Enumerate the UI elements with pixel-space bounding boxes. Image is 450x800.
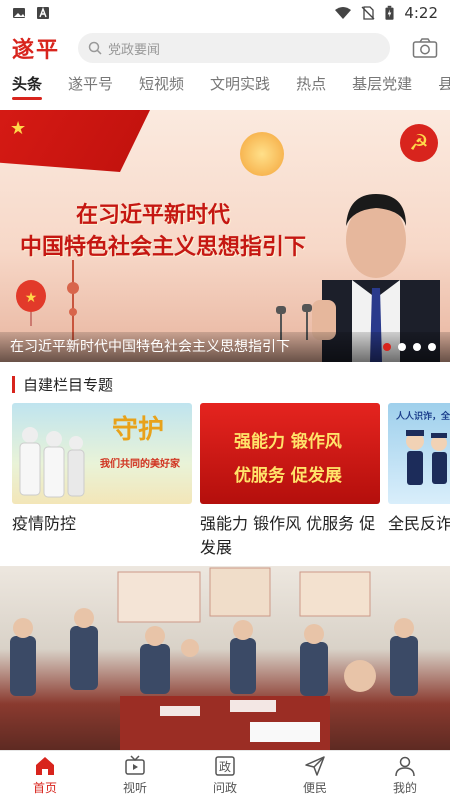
banner-headline-line2: 中国特色社会主义思想指引下	[20, 235, 307, 260]
tab-grassroots-party[interactable]: 基层党建	[352, 70, 412, 102]
carousel-dot[interactable]	[428, 343, 436, 351]
inquiry-icon: 政	[215, 756, 235, 776]
nav-label: 首页	[32, 781, 57, 795]
tab-short-video[interactable]: 短视频	[139, 70, 184, 102]
nav-label: 问政	[212, 781, 237, 795]
app-logo[interactable]: 遂平	[12, 32, 74, 64]
nav-home[interactable]: 首页	[0, 751, 90, 800]
topic-card-image: 人人识诈，全民	[388, 403, 450, 504]
tab-headlines[interactable]: 头条	[12, 70, 43, 102]
carousel-dot[interactable]	[398, 343, 406, 351]
topic-cards: 守护 我们共同的美好家 疫情防控 强能力 锻作风 优服务 促发展 强能力 锻作风…	[12, 403, 450, 563]
text-app-icon	[37, 7, 49, 19]
nav-label: 便民	[302, 781, 327, 795]
search-icon	[88, 41, 102, 55]
nav-media[interactable]: 视听	[90, 751, 180, 800]
category-tabs: 头条 遂平号 短视频 文明实践 热点 基层党建 县直	[0, 70, 450, 102]
topic-card-anti-fraud[interactable]: 人人识诈，全民 全民反诈	[388, 403, 450, 536]
sun-graphic	[240, 132, 284, 176]
app-header: 遂平 党政要闻	[0, 28, 450, 68]
tab-suiping-accounts[interactable]: 遂平号	[68, 70, 113, 102]
topic-card-label: 疫情防控	[12, 514, 77, 533]
party-emblem-icon: ☭	[400, 124, 438, 162]
banner-headline-line1: 在习近平新时代	[76, 203, 231, 228]
topic-card-image: 强能力 锻作风 优服务 促发展	[200, 403, 380, 504]
svg-text:★: ★	[25, 290, 38, 306]
banner-headline: 在习近平新时代 中国特色社会主义思想指引下	[20, 200, 306, 264]
home-icon	[36, 757, 54, 775]
bottom-navigation: 首页 视听 政 问政 便民 我的	[0, 750, 450, 800]
topic-card-epidemic[interactable]: 守护 我们共同的美好家 疫情防控	[12, 403, 192, 536]
search-bar[interactable]: 党政要闻	[78, 33, 390, 63]
carousel-dot[interactable]	[383, 343, 391, 351]
section-title: 自建栏目专题	[23, 375, 114, 394]
balloon-graphic: ★	[16, 280, 46, 326]
topic-card-image: 守护 我们共同的美好家	[12, 403, 192, 504]
topic-card-image-title: 人人识诈，全民	[396, 412, 450, 422]
inquiry-icon-glyph: 政	[219, 760, 231, 774]
wifi-icon	[335, 7, 352, 19]
search-placeholder: 党政要闻	[108, 42, 161, 58]
nav-label: 我的	[392, 781, 417, 795]
tab-county[interactable]: 县直	[438, 70, 450, 102]
send-icon	[305, 756, 325, 776]
status-bar: 4:22	[0, 0, 450, 26]
user-icon	[395, 756, 415, 777]
nav-profile[interactable]: 我的	[360, 751, 450, 800]
tv-icon	[125, 755, 145, 775]
battery-charging-icon	[385, 5, 394, 20]
no-sim-icon	[361, 6, 375, 20]
topic-card-image-title: 强能力 锻作风	[234, 432, 342, 452]
image-icon	[13, 8, 25, 18]
section-accent-bar	[12, 375, 15, 393]
topic-card-image-title: 守护	[112, 415, 165, 445]
tab-civilization-practice[interactable]: 文明实践	[210, 70, 270, 102]
nav-services[interactable]: 便民	[270, 751, 360, 800]
camera-icon[interactable]	[412, 37, 438, 59]
news-photo[interactable]	[0, 566, 450, 750]
topic-card-label: 强能力 锻作风 优服务 促发展	[200, 514, 376, 557]
status-time: 4:22	[404, 4, 438, 22]
headline-carousel[interactable]: ★ ☭ ★ 在习近平新时代 中国特色社会主义思想指引下 在习近平新时代中国特色社…	[0, 110, 450, 362]
topic-card-capability[interactable]: 强能力 锻作风 优服务 促发展 强能力 锻作风 优服务 促发展	[200, 403, 380, 560]
carousel-dot[interactable]	[413, 343, 421, 351]
red-flag-graphic: ★	[0, 110, 150, 172]
meeting-photo-graphic	[10, 567, 418, 750]
police-figures-graphic	[406, 430, 447, 485]
section-header: 自建栏目专题	[12, 374, 113, 394]
topic-card-label: 全民反诈	[388, 514, 450, 533]
medical-workers-graphic	[19, 427, 85, 498]
nav-inquiry[interactable]: 政 问政	[180, 751, 270, 800]
topic-card-image-subtitle: 优服务 促发展	[234, 466, 342, 486]
nav-label: 视听	[122, 781, 147, 795]
tower-graphic	[67, 260, 79, 340]
tab-hot[interactable]: 热点	[296, 70, 326, 102]
carousel-indicator	[383, 343, 436, 351]
topic-card-image-subtitle: 我们共同的美好家	[100, 459, 180, 470]
